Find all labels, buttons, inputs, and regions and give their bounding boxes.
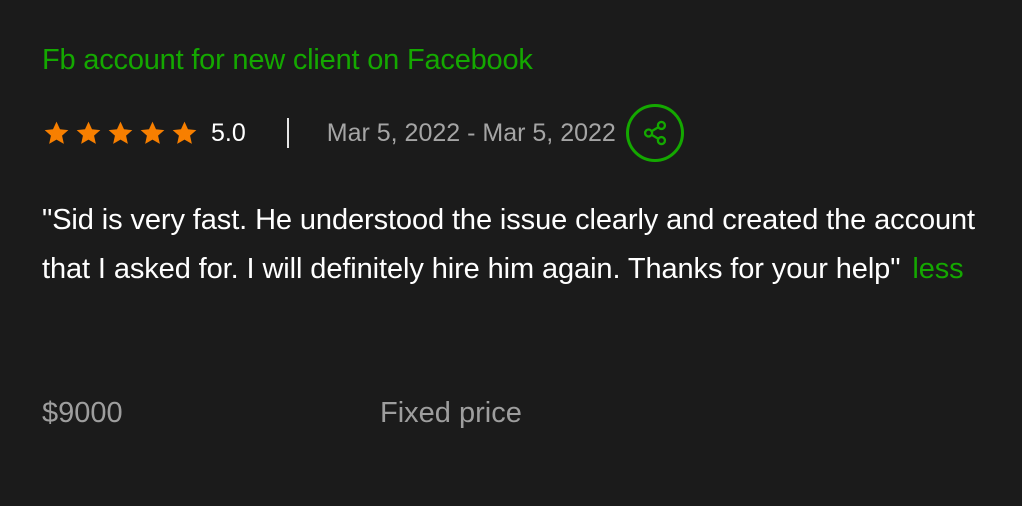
show-less-link[interactable]: less [912,253,963,285]
star-rating [42,119,199,148]
review-card: Fb account for new client on Facebook 5.… [0,0,1022,506]
share-button[interactable] [625,104,684,162]
star-icon [140,121,165,144]
review-meta-row: 5.0 Mar 5, 2022 - Mar 5, 2022 [42,100,684,166]
price-type: Fixed price [380,396,522,429]
review-feedback: "Sid is very fast. He understood the iss… [42,196,982,294]
contract-amount: $9000 [42,396,123,429]
job-title-link[interactable]: Fb account for new client on Facebook [42,42,533,78]
star-icon [172,121,197,144]
meta-divider [286,118,289,148]
star-icon [108,121,133,144]
rating-value: 5.0 [211,118,246,147]
price-row: $9000 Fixed price [42,392,522,434]
star-icon [76,121,101,144]
contract-date-range: Mar 5, 2022 - Mar 5, 2022 [326,118,616,147]
feedback-text: "Sid is very fast. He understood the iss… [42,204,976,285]
star-icon [44,121,69,144]
share-icon [643,120,666,146]
